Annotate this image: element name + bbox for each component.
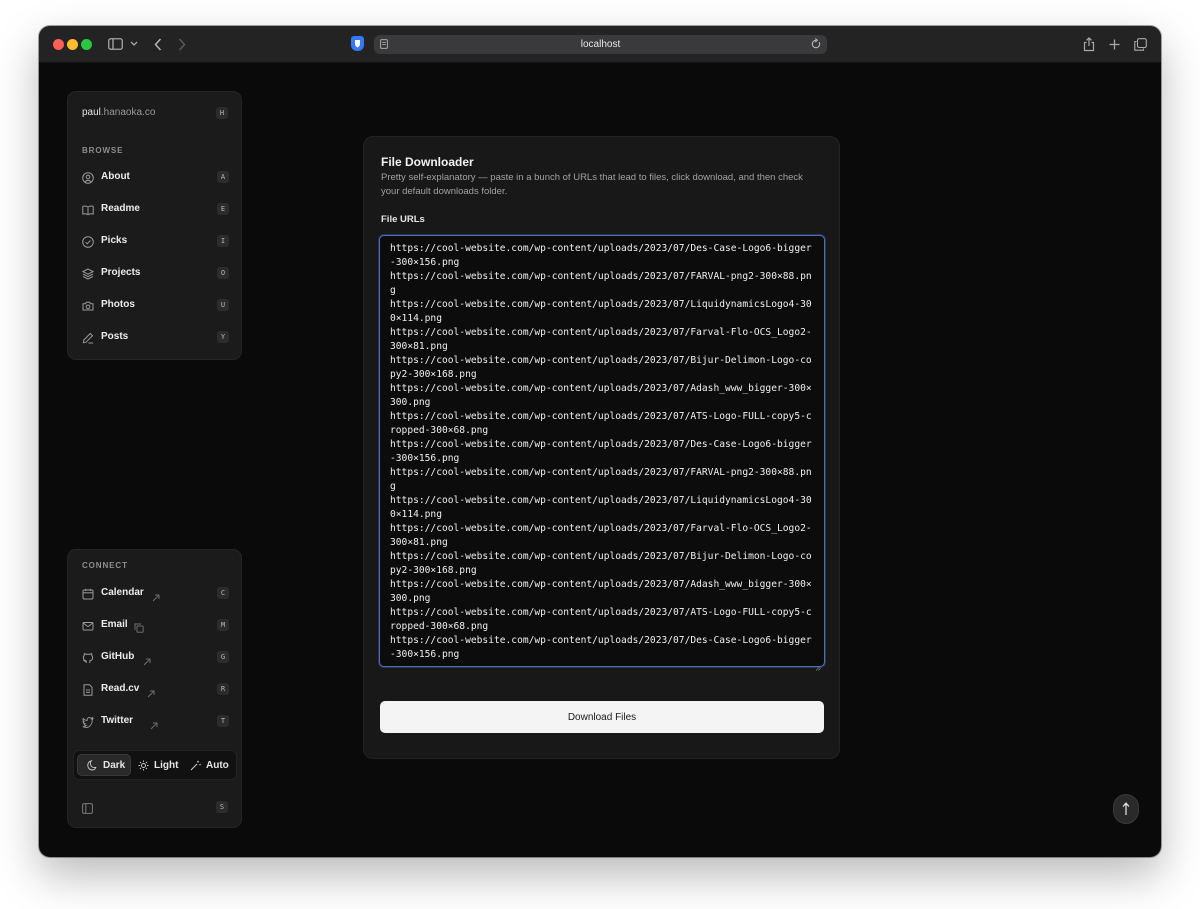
shortcut-badge: E bbox=[217, 203, 229, 215]
nav-item-about[interactable]: About A bbox=[76, 164, 234, 190]
github-icon bbox=[82, 651, 94, 663]
tab-overview-icon[interactable] bbox=[1132, 35, 1148, 53]
theme-dark-button[interactable]: Dark bbox=[77, 754, 131, 776]
theme-auto-button[interactable]: Auto bbox=[188, 754, 234, 776]
back-arrow-icon[interactable] bbox=[151, 35, 165, 53]
brand-domain: .hanaoka.co bbox=[100, 107, 156, 118]
sidebar-connect-panel: CONNECT Calendar C Email M GitHub G Read… bbox=[67, 549, 242, 828]
connect-section-label: CONNECT bbox=[82, 561, 128, 570]
calendar-icon bbox=[82, 587, 94, 600]
shortcut-badge: R bbox=[217, 683, 229, 695]
close-window-button[interactable] bbox=[53, 39, 64, 50]
nav-item-github[interactable]: GitHub G bbox=[76, 644, 234, 670]
nav-item-calendar[interactable]: Calendar C bbox=[76, 580, 234, 606]
browser-toolbar: localhost bbox=[39, 26, 1161, 63]
page-title: File Downloader bbox=[381, 155, 474, 169]
shortcut-badge: T bbox=[217, 715, 229, 727]
theme-dark-label: Dark bbox=[103, 759, 126, 771]
external-link-icon bbox=[152, 589, 160, 602]
scroll-to-top-button[interactable] bbox=[1113, 794, 1139, 824]
shortcut-badge: A bbox=[217, 171, 229, 183]
nav-item-label: About bbox=[101, 171, 130, 182]
address-bar[interactable]: localhost bbox=[374, 35, 827, 54]
document-icon bbox=[82, 683, 94, 696]
nav-item-label: Projects bbox=[101, 267, 141, 278]
magic-wand-icon bbox=[190, 760, 201, 770]
nav-item-label: GitHub bbox=[101, 651, 135, 662]
url-text: localhost bbox=[580, 39, 621, 50]
nav-item-projects[interactable]: Projects O bbox=[76, 260, 234, 286]
shortcut-badge: Y bbox=[217, 331, 229, 343]
theme-auto-label: Auto bbox=[206, 759, 229, 771]
new-tab-plus-icon[interactable] bbox=[1107, 35, 1121, 53]
shortcut-badge: G bbox=[217, 651, 229, 663]
forward-arrow-icon[interactable] bbox=[175, 35, 189, 53]
shortcut-badge: U bbox=[217, 299, 229, 311]
twitter-icon bbox=[82, 715, 94, 728]
nav-item-readme[interactable]: Readme E bbox=[76, 196, 234, 222]
file-urls-label: File URLs bbox=[381, 214, 425, 225]
nav-item-label: Calendar bbox=[101, 587, 144, 598]
nav-item-label: Readme bbox=[101, 203, 140, 214]
user-circle-icon bbox=[82, 171, 94, 184]
mail-icon bbox=[82, 619, 94, 631]
nav-item-label: Picks bbox=[101, 235, 128, 246]
nav-item-label: Photos bbox=[101, 299, 135, 310]
camera-icon bbox=[82, 299, 94, 311]
shortcut-badge: O bbox=[217, 267, 229, 279]
site-brand[interactable]: paul.hanaoka.co bbox=[82, 107, 155, 118]
nav-item-label: Email bbox=[101, 619, 128, 630]
book-open-icon bbox=[82, 203, 94, 216]
moon-icon bbox=[87, 759, 97, 770]
nav-item-label: Read.cv bbox=[101, 683, 140, 694]
browser-window: localhost paul.hanaoka.co H BROWSE About bbox=[39, 26, 1161, 857]
shortcut-badge: M bbox=[217, 619, 229, 631]
zoom-window-button[interactable] bbox=[81, 39, 92, 50]
theme-switcher: Dark Light Auto bbox=[73, 750, 237, 780]
nav-item-readcv[interactable]: Read.cv R bbox=[76, 676, 234, 702]
page-description: Pretty self-explanatory — paste in a bun… bbox=[381, 172, 803, 197]
download-files-button[interactable]: Download Files bbox=[380, 701, 824, 733]
shield-extension-icon[interactable] bbox=[351, 36, 364, 51]
external-link-icon bbox=[143, 653, 151, 666]
theme-light-label: Light bbox=[154, 759, 179, 771]
sidebar-collapse-icon[interactable] bbox=[82, 801, 93, 814]
copy-icon[interactable] bbox=[134, 620, 144, 633]
nav-item-picks[interactable]: Picks I bbox=[76, 228, 234, 254]
pencil-icon bbox=[82, 331, 94, 344]
nav-item-label: Posts bbox=[101, 331, 129, 342]
minimize-window-button[interactable] bbox=[67, 39, 78, 50]
arrow-up-icon bbox=[1122, 802, 1130, 815]
nav-item-photos[interactable]: Photos U bbox=[76, 292, 234, 318]
file-downloader-card: File Downloader Pretty self-explanatory … bbox=[363, 136, 840, 759]
resize-grip-icon[interactable] bbox=[815, 658, 821, 671]
file-urls-textarea[interactable]: https://cool-website.com/wp-content/uplo… bbox=[379, 235, 825, 667]
page-viewport: paul.hanaoka.co H BROWSE About A Readme … bbox=[39, 63, 1161, 857]
external-link-icon bbox=[150, 717, 158, 730]
shortcut-badge: I bbox=[217, 235, 229, 247]
browse-section-label: BROWSE bbox=[82, 146, 124, 155]
sidebar-toggle-icon[interactable] bbox=[107, 35, 123, 53]
nav-item-twitter[interactable]: Twitter T bbox=[76, 708, 234, 734]
nav-item-email[interactable]: Email M bbox=[76, 612, 234, 638]
check-circle-icon bbox=[82, 235, 94, 248]
nav-item-posts[interactable]: Posts Y bbox=[76, 324, 234, 350]
layers-icon bbox=[81, 267, 95, 280]
share-icon[interactable] bbox=[1082, 35, 1096, 53]
brand-name: paul bbox=[82, 107, 101, 118]
shortcut-badge: S bbox=[216, 801, 228, 813]
sun-icon bbox=[138, 760, 149, 770]
shortcut-badge: C bbox=[217, 587, 229, 599]
theme-light-button[interactable]: Light bbox=[136, 754, 186, 776]
chevron-down-icon[interactable] bbox=[129, 35, 139, 53]
nav-item-label: Twitter bbox=[101, 715, 134, 726]
reader-page-icon[interactable] bbox=[380, 39, 389, 50]
reload-icon[interactable] bbox=[811, 38, 822, 51]
shortcut-badge: H bbox=[216, 107, 228, 119]
sidebar-browse-panel: paul.hanaoka.co H BROWSE About A Readme … bbox=[67, 91, 242, 360]
external-link-icon bbox=[147, 685, 155, 698]
